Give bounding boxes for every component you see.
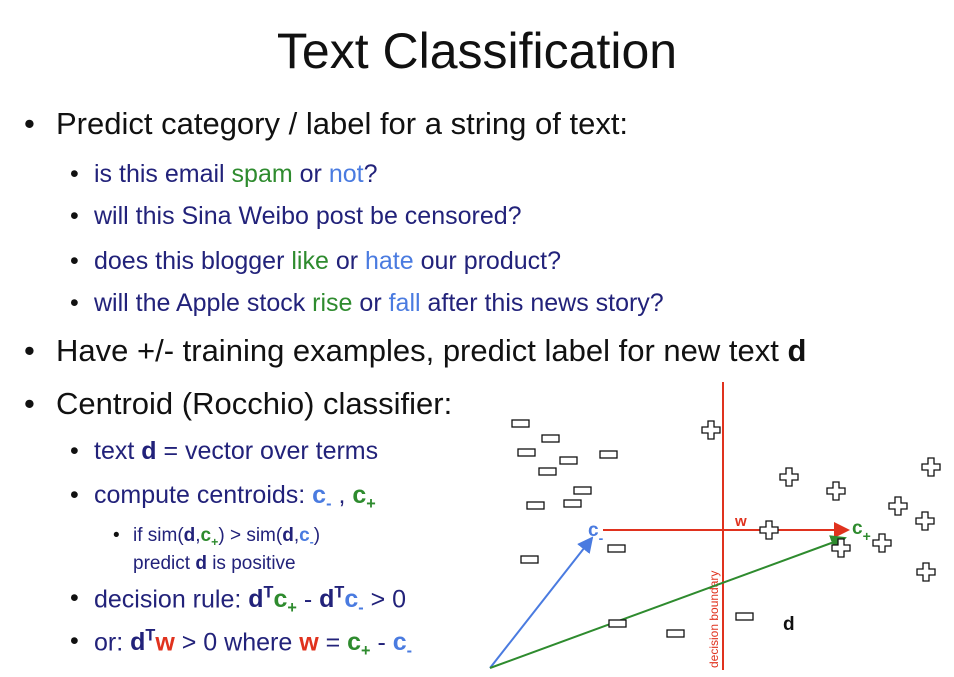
- negative-point: [517, 448, 536, 457]
- negative-point: [573, 486, 592, 495]
- negative-point: [563, 499, 582, 508]
- c-minus-label: c-: [588, 520, 604, 546]
- negative-point: [538, 467, 557, 476]
- positive-point: [759, 520, 779, 540]
- positive-point: [888, 496, 908, 516]
- negative-point: [608, 619, 627, 628]
- positive-point: [826, 481, 846, 501]
- positive-point: [915, 511, 935, 531]
- negative-point: [735, 612, 754, 621]
- positive-point: [921, 457, 941, 477]
- c-plus-vector: [489, 535, 847, 669]
- negative-point: [559, 456, 578, 465]
- negative-point: [599, 450, 618, 459]
- negative-point: [526, 501, 545, 510]
- negative-point: [666, 629, 685, 638]
- rocchio-diagram: decision boundary w c- c+ d: [489, 382, 941, 670]
- positive-point: [779, 467, 799, 487]
- negative-point: [607, 544, 626, 553]
- positive-point: [701, 420, 721, 440]
- c-plus-label: c+: [852, 518, 871, 544]
- positive-point: [916, 562, 936, 582]
- negative-point: [511, 419, 530, 428]
- negative-point: [541, 434, 560, 443]
- positive-point: [872, 533, 892, 553]
- negative-point: [520, 555, 539, 564]
- w-label: w: [734, 513, 747, 530]
- d-label: d: [783, 614, 795, 635]
